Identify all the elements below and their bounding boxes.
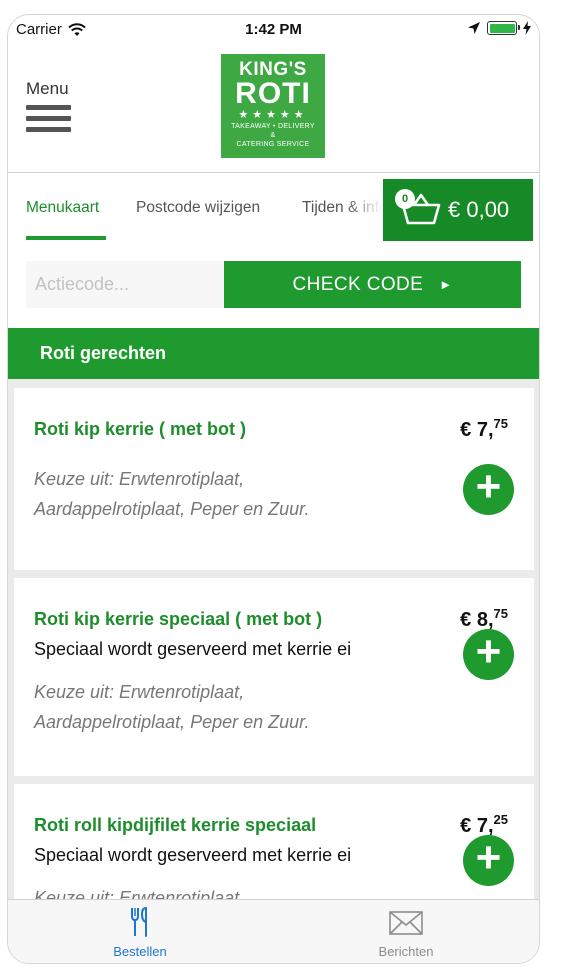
active-tab-indicator (26, 236, 106, 240)
fork-knife-icon (131, 907, 147, 937)
item-description: Keuze uit: Erwtenrotiplaat, (34, 888, 245, 899)
tab-postcode-wijzigen[interactable]: Postcode wijzigen (136, 199, 260, 217)
location-arrow-icon (468, 22, 480, 34)
add-item-button[interactable]: + (463, 835, 514, 886)
check-code-button[interactable]: CHECK CODE ► (224, 261, 521, 308)
menu-item-card[interactable]: Roti kip kerrie ( met bot ) € 7,75 Keuze… (14, 388, 534, 570)
app-header: Menu KING'S ROTI ★★★★★ TAKEAWAY • DELIVE… (8, 49, 539, 173)
menu-item-list[interactable]: Roti kip kerrie ( met bot ) € 7,75 Keuze… (8, 379, 539, 899)
battery-icon (487, 21, 520, 35)
bottom-tab-bar: Bestellen Berichten (8, 899, 539, 963)
menu-item-card[interactable]: Roti kip kerrie speciaal ( met bot ) Spe… (14, 578, 534, 776)
menu-button[interactable]: Menu (26, 79, 86, 132)
tab-menukaart[interactable]: Menukaart (26, 199, 99, 217)
tab-berichten[interactable]: Berichten (346, 906, 466, 959)
cart-total: € 0,00 (448, 197, 510, 222)
kings-roti-logo: KING'S ROTI ★★★★★ TAKEAWAY • DELIVERY & … (221, 54, 325, 158)
clock: 1:42 PM (245, 21, 302, 38)
top-tabs: Menukaart Postcode wijzigen Tijden & inf… (8, 175, 539, 241)
menu-item-card[interactable]: Roti roll kipdijfilet kerrie speciaal Sp… (14, 784, 534, 899)
item-description: Keuze uit: Erwtenrotiplaat, Aardappelrot… (34, 682, 310, 732)
status-right (467, 21, 531, 35)
item-name: Roti roll kipdijfilet kerrie speciaal (34, 815, 317, 835)
hamburger-icon (26, 105, 86, 132)
envelope-icon (389, 911, 423, 935)
item-name: Roti kip kerrie ( met bot ) (34, 419, 247, 439)
add-item-button[interactable]: + (463, 464, 514, 515)
item-name: Roti kip kerrie speciaal ( met bot ) (34, 609, 323, 629)
item-subtitle: Speciaal wordt geserveerd met kerrie ei (34, 845, 352, 865)
menu-label: Menu (26, 79, 69, 98)
item-description: Keuze uit: Erwtenrotiplaat, Aardappelrot… (34, 469, 310, 519)
phone-screen: Carrier 1:42 PM Menu KING'S ROTI ★★★★★ T… (7, 14, 540, 964)
play-arrow-icon: ► (439, 277, 453, 292)
status-bar: Carrier 1:42 PM (8, 15, 539, 49)
item-subtitle: Speciaal wordt geserveerd met kerrie ei (34, 639, 352, 659)
tab-bestellen[interactable]: Bestellen (80, 906, 200, 959)
category-header: Roti gerechten (8, 328, 539, 379)
charging-bolt-icon (523, 21, 531, 35)
tab-label: Berichten (378, 944, 434, 959)
action-code-input[interactable] (26, 261, 224, 308)
add-item-button[interactable]: + (463, 629, 514, 680)
tab-label: Bestellen (113, 944, 167, 959)
item-price: € 7,75 (460, 416, 508, 441)
cart-count-badge: 0 (395, 189, 415, 209)
action-code-row: CHECK CODE ► (26, 261, 521, 308)
check-code-label: CHECK CODE (292, 273, 424, 295)
cart-button[interactable]: 0 € 0,00 (383, 179, 533, 241)
tab-tijden-info[interactable]: Tijden & info (302, 199, 382, 217)
